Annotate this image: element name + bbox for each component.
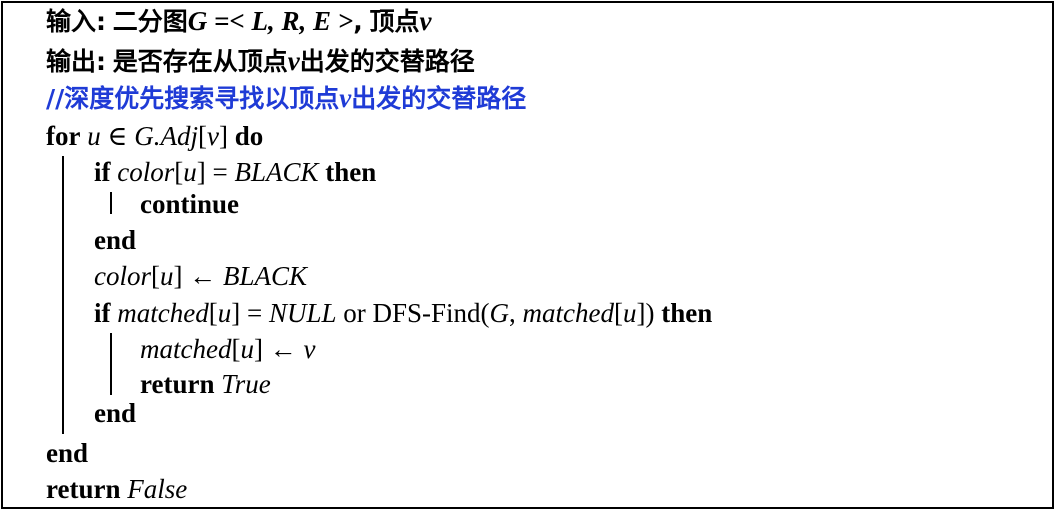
dfs-graph-arg: G <box>489 298 510 328</box>
then-keyword-2: then <box>661 298 713 328</box>
false-value: False <box>127 474 188 504</box>
assign-matched-value: v <box>303 334 316 364</box>
do-keyword: do <box>234 121 264 151</box>
return-false-line: return False <box>46 473 187 505</box>
comment-text-a: //深度优先搜索寻找以顶点 <box>46 84 340 113</box>
for-body-bar <box>62 156 64 434</box>
for-index: v <box>206 121 219 151</box>
dfs-comma: , <box>509 298 516 328</box>
assign-matched-index: u <box>240 334 254 364</box>
input-formula: G =< L, R, E > <box>187 6 354 36</box>
dfs-close: ]) <box>636 298 655 328</box>
output-label: 输出: <box>46 47 106 76</box>
continue-line: continue <box>140 188 239 220</box>
for-expression: G.Adj <box>134 121 198 151</box>
left-arrow-symbol: ← <box>189 261 217 291</box>
end-if-color-line: end <box>94 224 136 256</box>
input-label: 输入: <box>46 7 106 36</box>
continue-keyword: continue <box>140 189 240 219</box>
for-variable: u <box>87 121 101 151</box>
return-keyword: return <box>140 369 215 399</box>
assign-color-index: u <box>160 261 174 291</box>
final-return-keyword: return <box>46 474 121 504</box>
end-keyword: end <box>94 225 137 255</box>
output-var: v <box>287 46 300 76</box>
output-line: 输出: 是否存在从顶点v出发的交替路径 <box>46 45 475 78</box>
matched-index: u <box>217 298 232 328</box>
input-text: 二分图 <box>112 7 188 36</box>
assign-color-line: color[u] ← BLACK <box>94 261 308 291</box>
assign-black-constant: BLACK <box>223 261 308 291</box>
assign-color-function: color <box>94 261 151 291</box>
end-keyword-2: end <box>94 398 137 428</box>
output-text-b: 出发的交替路径 <box>299 47 475 76</box>
if-color-line: if color[u] = BLACK then <box>94 157 377 187</box>
dfs-find-call: DFS-Find( <box>372 298 490 328</box>
input-tail: 顶点 <box>369 7 420 36</box>
input-line: 输入: 二分图G =< L, R, E >, 顶点v <box>46 5 431 38</box>
or-keyword: or <box>343 298 366 328</box>
assign-matched-function: matched <box>140 334 232 364</box>
if-matched-line: if matched[u] = NULL or DFS-Find(G, matc… <box>94 298 713 328</box>
left-bracket: [ <box>197 121 207 151</box>
dfs-matched-arg: matched <box>522 298 614 328</box>
input-sep: , <box>353 7 363 36</box>
end-if-matched-line: end <box>94 397 136 429</box>
comment-line: //深度优先搜索寻找以顶点v出发的交替路径 <box>46 82 526 115</box>
color-function: color <box>117 157 175 187</box>
color-index: u <box>183 157 197 187</box>
assign-matched-line: matched[u] ← v <box>140 334 316 364</box>
element-of-symbol: ∈ <box>107 121 128 151</box>
right-bracket: ] <box>218 121 228 151</box>
true-value: True <box>221 369 271 399</box>
matched-function: matched <box>117 298 209 328</box>
output-text-a: 是否存在从顶点 <box>112 47 288 76</box>
dfs-matched-index: u <box>623 298 637 328</box>
then-keyword: then <box>325 157 377 187</box>
if-color-body-bar <box>110 192 112 214</box>
end-keyword-3: end <box>46 438 89 468</box>
comment-var: v <box>339 83 352 113</box>
end-for-line: end <box>46 437 88 469</box>
null-constant: NULL <box>268 298 337 328</box>
input-var: v <box>419 6 432 36</box>
black-constant: BLACK <box>234 157 319 187</box>
if-keyword-2: if <box>94 298 111 328</box>
for-line: for u ∈ G.Adj[v] do <box>46 120 263 152</box>
if-matched-body-bar <box>110 333 112 395</box>
for-keyword: for <box>46 121 81 151</box>
return-true-line: return True <box>140 368 271 400</box>
comment-text-b: 出发的交替路径 <box>351 84 527 113</box>
equals-symbol: = <box>212 157 228 187</box>
if-keyword: if <box>94 157 111 187</box>
